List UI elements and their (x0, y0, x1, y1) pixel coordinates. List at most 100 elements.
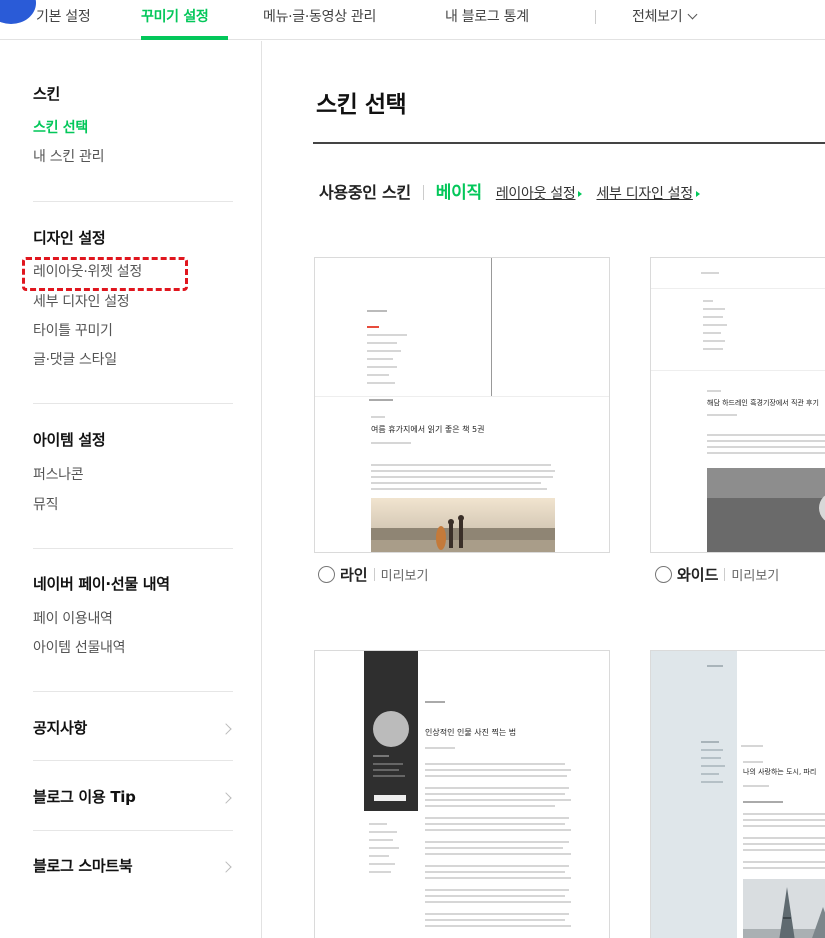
tab-basic-settings[interactable]: 기본 설정 (36, 6, 91, 26)
thumb-line (371, 476, 553, 478)
thumb-line (743, 813, 825, 815)
thumb-line (701, 765, 725, 767)
nav-separator (595, 10, 596, 24)
chevron-right-icon (220, 861, 232, 873)
separator (724, 568, 726, 581)
separator (422, 185, 424, 200)
thumb-line (425, 823, 565, 825)
layout-settings-link-label: 레이아웃 설정 (495, 186, 576, 202)
skin-option-wide[interactable]: 와이드 미리보기 (655, 564, 779, 585)
thumb-line (425, 829, 571, 831)
thumb-line (743, 825, 825, 827)
preview-link[interactable]: 미리보기 (381, 569, 429, 584)
thumb-line (371, 470, 555, 472)
detail-design-link[interactable]: 세부 디자인 설정 (596, 186, 693, 202)
tab-blog-stats[interactable]: 내 블로그 통계 (445, 6, 529, 26)
beach-photo (371, 498, 555, 552)
thumb-line (371, 488, 547, 490)
thumb-line (425, 901, 571, 903)
view-all-label: 전체보기 (632, 9, 683, 25)
thumb-line (425, 817, 569, 819)
current-skin-row: 사용중인 스킨 베이직 레이아웃 설정 세부 디자인 설정 (319, 178, 700, 203)
sidebar-item-pay-history[interactable]: 페이 이용내역 (33, 608, 113, 628)
thumb-line (373, 763, 403, 765)
thumb-line (369, 847, 399, 849)
thumb-line (425, 787, 569, 789)
thumb-line (371, 464, 551, 466)
thumb-line (743, 785, 769, 787)
thumb-line (707, 440, 825, 442)
skin-thumbnail-wide[interactable]: 해담 하드레인 흑경기장에서 직관 후기 (650, 257, 825, 553)
sidebar-link-tip[interactable]: 블로그 이용 Tip (33, 786, 136, 807)
thumb-line (425, 847, 563, 849)
sidebar-heading-skin: 스킨 (33, 85, 61, 103)
thumb-post-title: 해담 하드레인 흑경기장에서 직관 후기 (707, 399, 819, 407)
sidebar-divider (33, 830, 233, 831)
sidebar-heading-pay: 네이버 페이·선물 내역 (33, 575, 170, 593)
preview-link[interactable]: 미리보기 (731, 569, 779, 584)
tab-menu-post-video[interactable]: 메뉴·글·동영상 관리 (263, 6, 376, 26)
skin-thumbnail-line[interactable]: 여름 휴가지에서 읽기 좋은 책 5권 (314, 257, 610, 553)
sidebar-item-detail-design[interactable]: 세부 디자인 설정 (33, 291, 130, 311)
thumb-line (425, 701, 445, 703)
thumb-line (743, 867, 825, 869)
thumb-avatar (373, 711, 409, 747)
thumb-line (425, 871, 565, 873)
radio-button[interactable] (655, 566, 672, 583)
thumb-dark-panel (364, 651, 418, 811)
thumb-line (425, 895, 565, 897)
current-skin-label: 사용중인 스킨 (319, 183, 411, 202)
thumb-divider (491, 258, 492, 396)
thumb-line (743, 861, 825, 863)
thumb-line (701, 749, 723, 751)
thumb-line (707, 446, 825, 448)
paris-photo (743, 879, 825, 938)
sidebar-item-personacon[interactable]: 퍼스나콘 (33, 464, 84, 484)
highlight-box (22, 257, 188, 291)
thumb-line (315, 396, 609, 397)
thumb-line (703, 308, 725, 310)
sidebar-item-music[interactable]: 뮤직 (33, 494, 58, 514)
thumb-line (701, 741, 719, 743)
thumb-line (701, 757, 721, 759)
skin-name: 라인 (340, 566, 368, 584)
thumb-line (367, 350, 401, 352)
thumb-post-title: 인상적인 인물 사진 찍는 법 (425, 728, 517, 737)
thumb-line (703, 348, 723, 350)
thumb-line (367, 334, 407, 336)
skin-name: 와이드 (677, 566, 719, 584)
active-tab-underline (141, 36, 228, 40)
sidebar-item-gift-history[interactable]: 아이템 선물내역 (33, 637, 126, 657)
sidebar-link-notice[interactable]: 공지사항 (33, 717, 87, 738)
thumb-line (425, 799, 571, 801)
tab-decorate-settings[interactable]: 꾸미기 설정 (141, 6, 209, 26)
skin-option-line[interactable]: 라인 미리보기 (318, 564, 428, 585)
detail-design-link-label: 세부 디자인 설정 (596, 186, 693, 202)
thumb-line (425, 913, 569, 915)
page-title: 스킨 선택 (316, 92, 407, 118)
title-divider (313, 142, 825, 144)
sidebar-item-title-decorate[interactable]: 타이틀 꾸미기 (33, 320, 113, 340)
sidebar: 스킨 스킨 선택 내 스킨 관리 디자인 설정 레이아웃·위젯 설정 세부 디자… (0, 41, 262, 938)
sidebar-item-skin-select[interactable]: 스킨 선택 (33, 117, 88, 137)
sidebar-item-my-skins[interactable]: 내 스킨 관리 (33, 146, 105, 166)
thumb-line (743, 849, 825, 851)
sidebar-item-post-comment-style[interactable]: 글·댓글 스타일 (33, 349, 117, 369)
sidebar-heading-design: 디자인 설정 (33, 229, 106, 247)
sidebar-link-smartbook[interactable]: 블로그 스마트북 (33, 855, 133, 876)
tab-view-all[interactable]: 전체보기 (632, 6, 698, 26)
thumb-line (367, 342, 397, 344)
sidebar-heading-items: 아이템 설정 (33, 431, 106, 449)
thumb-line (743, 819, 825, 821)
skin-thumbnail-dark[interactable]: 인상적인 인물 사진 찍는 법 (314, 650, 610, 938)
stadium-photo (707, 468, 825, 552)
thumb-post-area: 나의 사랑하는 도시, 파리 (737, 651, 825, 938)
radio-button[interactable] (318, 566, 335, 583)
thumb-line (373, 775, 405, 777)
corner-badge (0, 0, 36, 24)
thumb-line (425, 747, 455, 749)
thumb-line (425, 853, 571, 855)
skin-thumbnail-blue[interactable]: 나의 사랑하는 도시, 파리 (650, 650, 825, 938)
layout-settings-link[interactable]: 레이아웃 설정 (496, 186, 576, 202)
thumb-line (707, 434, 825, 436)
